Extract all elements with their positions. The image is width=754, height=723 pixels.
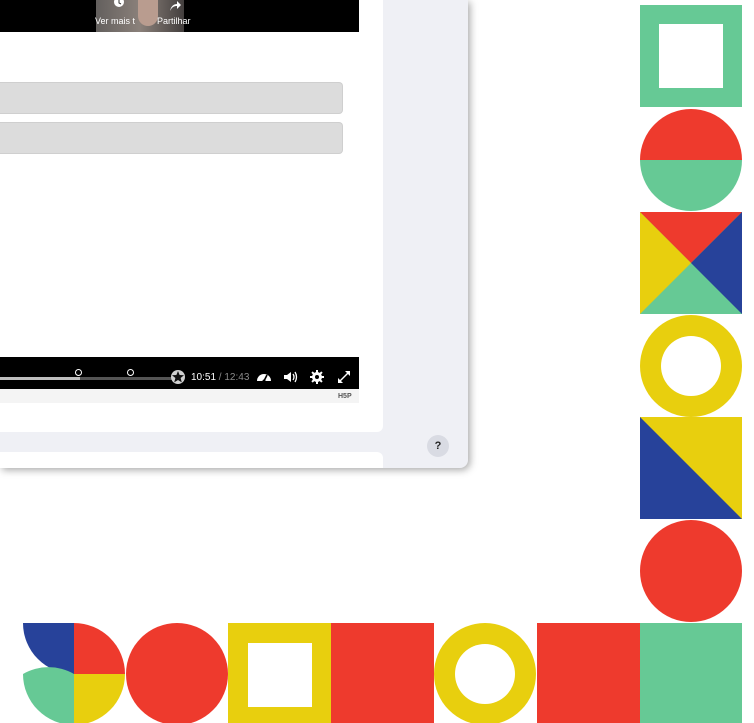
bookmark-star-icon[interactable] <box>170 369 186 385</box>
share-label[interactable]: Partilhar <box>157 16 191 26</box>
diagonal-square-shape <box>640 417 742 519</box>
seek-bar-buffered <box>0 377 80 380</box>
time-display: 10:51 / 12:43 <box>191 372 249 383</box>
fullscreen-icon[interactable] <box>336 369 352 385</box>
volume-icon[interactable] <box>282 369 298 385</box>
watch-more-label[interactable]: Ver mais t <box>95 16 135 26</box>
h5p-footer <box>0 389 359 403</box>
settings-icon[interactable] <box>309 369 325 385</box>
square-frame-shape <box>228 623 331 723</box>
square-frame-shape <box>640 5 742 107</box>
interaction-marker[interactable] <box>75 369 82 376</box>
square-shape <box>640 623 742 723</box>
content-card: Ver mais t Partilhar 10:51 / 12:43 H5P <box>0 0 383 432</box>
presenter-thumbnail <box>138 0 158 26</box>
ring-shape <box>434 623 536 723</box>
circle-shape <box>640 520 742 622</box>
answer-option-2[interactable] <box>0 122 343 154</box>
ring-shape <box>640 315 742 417</box>
playback-rate-icon[interactable] <box>256 369 272 385</box>
answer-option-1[interactable] <box>0 82 343 114</box>
triangles-square-shape <box>640 212 742 314</box>
circle-shape <box>126 623 228 723</box>
share-icon[interactable] <box>168 0 182 12</box>
half-circle-shape <box>640 109 742 211</box>
video-top-bar[interactable]: Ver mais t Partilhar <box>0 0 359 32</box>
next-content-card <box>0 452 383 468</box>
square-shape <box>331 623 434 723</box>
h5p-logo[interactable]: H5P <box>338 393 352 400</box>
quarter-circles-shape <box>23 623 125 723</box>
clock-icon[interactable] <box>113 0 125 10</box>
video-controls: 10:51 / 12:43 <box>0 357 359 389</box>
current-time: 10:51 <box>191 372 217 383</box>
square-shape <box>537 623 640 723</box>
help-button[interactable]: ? <box>427 435 449 457</box>
interaction-marker[interactable] <box>127 369 134 376</box>
duration: 12:43 <box>224 372 250 383</box>
modal-window: Ver mais t Partilhar 10:51 / 12:43 H5P ? <box>0 0 468 468</box>
